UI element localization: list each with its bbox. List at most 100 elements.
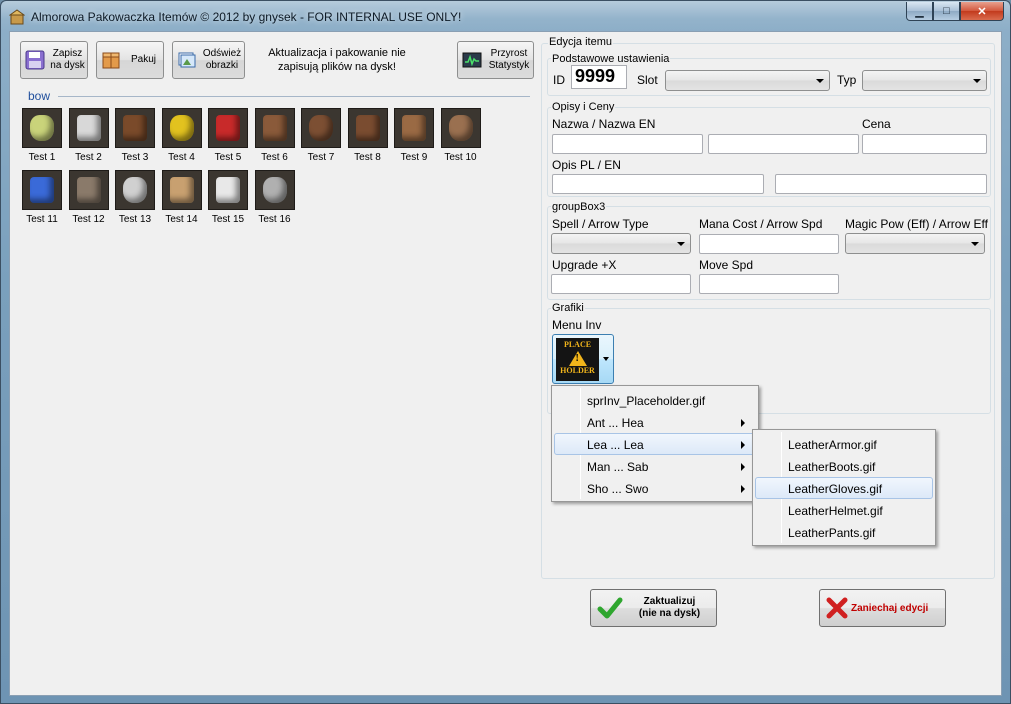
price-field[interactable] <box>862 134 987 154</box>
item-thumbnail <box>22 108 62 148</box>
submenu-item[interactable]: LeatherBoots.gif <box>755 455 933 477</box>
magic-dropdown[interactable] <box>845 233 985 254</box>
category-label: bow <box>28 89 51 103</box>
slot-dropdown[interactable] <box>665 70 830 91</box>
leather-pants-icon <box>448 115 473 141</box>
item-thumbnail <box>68 108 109 148</box>
image-submenu: LeatherArmor.gif LeatherBoots.gif LeatherG… <box>752 429 936 546</box>
item-tile[interactable]: Test 7 <box>298 108 344 163</box>
item-tile[interactable]: Test 5 <box>205 108 251 163</box>
window-title: Almorowa Pakowaczka Itemów © 2012 by gny… <box>31 10 462 24</box>
submenu-item[interactable]: LeatherPants.gif <box>755 521 933 543</box>
item-label: Test 1 <box>28 152 56 163</box>
item-tile[interactable]: Test 16 <box>252 170 298 225</box>
magic-label: Magic Pow (Eff) / Arrow Eff <box>845 217 988 231</box>
potion-icon <box>30 115 54 141</box>
menu-item-label: Lea ... Lea <box>587 438 644 452</box>
submenu-item-label: LeatherArmor.gif <box>788 438 877 452</box>
image-refresh-icon <box>178 52 196 68</box>
move-field[interactable] <box>699 274 839 294</box>
minimize-icon: ▁ <box>915 5 924 18</box>
item-tile[interactable]: Test 9 <box>391 108 437 163</box>
item-tile[interactable]: Test 6 <box>252 108 298 163</box>
item-tile[interactable]: Test 4 <box>159 108 205 163</box>
desc-pl-field[interactable] <box>552 174 764 194</box>
item-tile[interactable]: Test 8 <box>345 108 391 163</box>
chevron-right-icon <box>741 441 745 449</box>
upgrade-field[interactable] <box>551 274 691 294</box>
minimize-button[interactable]: ▁ <box>906 2 933 21</box>
menu-item[interactable]: Ant ... Hea <box>554 411 756 433</box>
slot-label: Slot <box>637 73 658 87</box>
submenu-item[interactable]: LeatherHelmet.gif <box>755 499 933 521</box>
desc-en-field[interactable] <box>775 174 987 194</box>
item-tile[interactable]: Test 14 <box>159 170 205 225</box>
name-en-field[interactable] <box>708 134 859 154</box>
chevron-down-icon <box>677 242 685 246</box>
item-thumbnail <box>22 170 62 210</box>
submenu-item-label: LeatherHelmet.gif <box>788 504 883 518</box>
item-tile[interactable]: Test 10 <box>438 108 484 163</box>
update-button-label: Zaktualizuj (nie na dysk) <box>638 596 701 619</box>
spell-dropdown[interactable] <box>551 233 691 254</box>
menu-item[interactable]: sprInv_Placeholder.gif <box>554 389 756 411</box>
gold-coins-icon <box>169 115 194 141</box>
menu-inv-image-dropdown[interactable]: PLACE ! HOLDER <box>552 334 614 384</box>
item-thumbnail <box>440 108 481 148</box>
save-to-disk-button[interactable]: Zapisz na dysk <box>20 41 88 79</box>
floppy-disk-icon <box>25 50 45 70</box>
item-thumbnail <box>347 108 388 148</box>
mana-label: Mana Cost / Arrow Spd <box>699 217 823 231</box>
item-label: Test 7 <box>307 152 335 163</box>
type-dropdown[interactable] <box>862 70 987 91</box>
basic-settings-title: Podstawowe ustawienia <box>551 53 671 65</box>
app-window: Almorowa Pakowaczka Itemów © 2012 by gny… <box>0 0 1011 704</box>
item-tile[interactable]: Test 15 <box>205 170 251 225</box>
submenu-item[interactable]: LeatherGloves.gif <box>755 477 933 499</box>
name-pl-field[interactable] <box>552 134 703 154</box>
item-label: Test 16 <box>258 214 291 225</box>
refresh-images-button[interactable]: Odśwież obrazki <box>172 41 245 79</box>
item-tile[interactable]: Test 11 <box>19 170 65 225</box>
placeholder-image: PLACE ! HOLDER <box>556 338 599 381</box>
menu-item-label: sprInv_Placeholder.gif <box>587 394 706 408</box>
item-label: Test 3 <box>121 152 149 163</box>
menu-item[interactable]: Sho ... Swo <box>554 477 756 499</box>
item-thumbnail <box>301 108 341 148</box>
item-thumbnail <box>208 108 248 148</box>
chevron-down-icon <box>816 79 824 83</box>
item-thumbnail <box>254 170 295 210</box>
category-divider <box>58 96 530 97</box>
spell-label: Spell / Arrow Type <box>552 217 649 231</box>
menu-item[interactable]: Lea ... Lea <box>554 433 756 455</box>
image-menu: sprInv_Placeholder.gif Ant ... Hea Lea ...… <box>551 385 759 502</box>
close-button[interactable]: ✕ <box>960 2 1004 21</box>
item-tile[interactable]: Test 2 <box>66 108 112 163</box>
id-field[interactable]: 9999 <box>571 65 627 89</box>
maximize-button[interactable]: □ <box>933 2 960 21</box>
app-icon <box>9 9 25 25</box>
wooden-shield-icon <box>169 177 194 203</box>
blue-potion-icon <box>30 177 54 203</box>
leather-gloves-icon <box>355 115 380 141</box>
stats-chart-icon <box>462 52 482 68</box>
stats-growth-button[interactable]: Przyrost Statystyk <box>457 41 534 79</box>
title-bar[interactable]: Almorowa Pakowaczka Itemów © 2012 by gny… <box>1 1 1010 31</box>
item-thumbnail <box>161 108 202 148</box>
item-tile[interactable]: Test 12 <box>66 170 112 225</box>
pack-button[interactable]: Pakuj <box>96 41 164 79</box>
item-tile[interactable]: Test 1 <box>19 108 65 163</box>
close-icon: ✕ <box>977 5 987 18</box>
graphics-title: Grafiki <box>551 302 585 314</box>
update-button[interactable]: Zaktualizuj (nie na dysk) <box>590 589 717 627</box>
mana-field[interactable] <box>699 234 839 254</box>
menu-item-label: Ant ... Hea <box>587 416 644 430</box>
item-tile[interactable]: Test 3 <box>112 108 158 163</box>
submenu-item[interactable]: LeatherArmor.gif <box>755 433 933 455</box>
item-label: Test 15 <box>211 214 245 225</box>
item-tile[interactable]: Test 13 <box>112 170 158 225</box>
cancel-edit-button[interactable]: Zaniechaj edycji <box>819 589 946 627</box>
id-label: ID <box>553 73 565 87</box>
menu-item[interactable]: Man ... Sab <box>554 455 756 477</box>
menu-item-label: Sho ... Swo <box>587 482 649 496</box>
